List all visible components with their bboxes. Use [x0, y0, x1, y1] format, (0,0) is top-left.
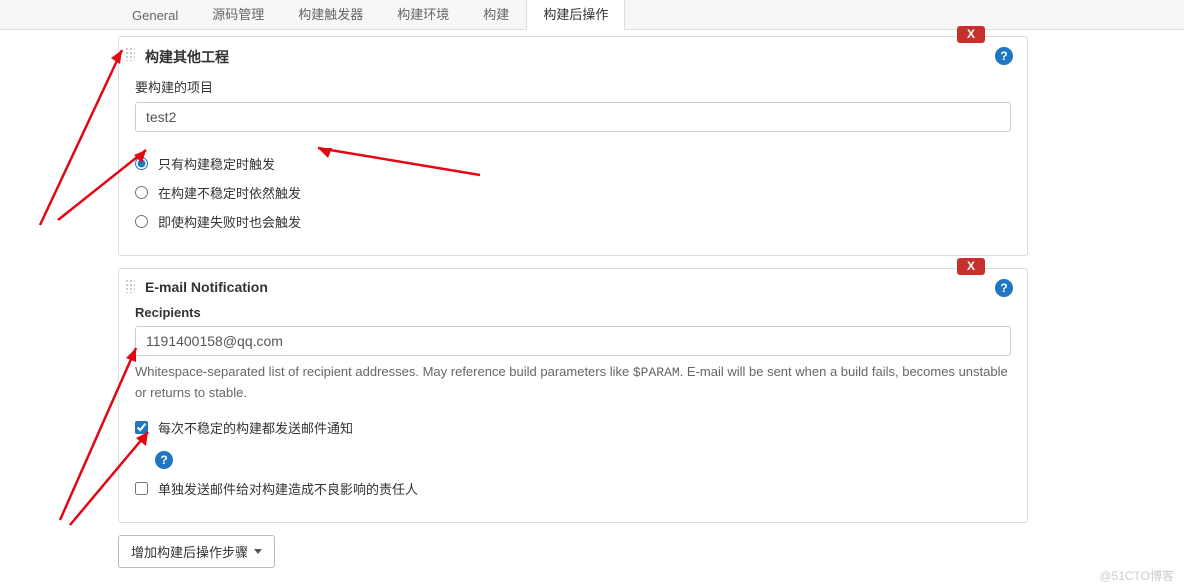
radio-unstable-label: 在构建不稳定时依然触发 — [158, 183, 301, 202]
recipients-hint: Whitespace-separated list of recipient a… — [135, 362, 1011, 402]
checkbox-individual-culprits[interactable]: 单独发送邮件给对构建造成不良影响的责任人 — [135, 479, 1011, 498]
tab-postbuild[interactable]: 构建后操作 — [526, 0, 625, 30]
tab-triggers[interactable]: 构建触发器 — [281, 0, 380, 29]
recipients-input[interactable] — [135, 326, 1011, 356]
projects-to-build-label: 要构建的项目 — [135, 77, 1011, 96]
help-icon[interactable]: ? — [995, 279, 1013, 297]
tab-general[interactable]: General — [115, 1, 195, 29]
radio-trigger-stable[interactable]: 只有构建稳定时触发 — [135, 154, 1011, 173]
checkbox-every-unstable[interactable]: 每次不稳定的构建都发送邮件通知 — [135, 418, 1011, 437]
section-title: E-mail Notification — [135, 279, 1011, 295]
config-tabs: General 源码管理 构建触发器 构建环境 构建 构建后操作 — [0, 0, 1184, 30]
delete-section-button[interactable]: X — [957, 258, 985, 275]
drag-handle-icon[interactable] — [125, 47, 135, 61]
radio-stable-input[interactable] — [135, 157, 148, 170]
caret-down-icon — [254, 549, 262, 554]
checkbox-every-unstable-input[interactable] — [135, 421, 148, 434]
radio-unstable-input[interactable] — [135, 186, 148, 199]
section-build-other-projects: X ? 构建其他工程 要构建的项目 只有构建稳定时触发 在构建不稳定时依然触发 … — [118, 36, 1028, 256]
tab-scm[interactable]: 源码管理 — [195, 0, 281, 29]
checkbox-individual-culprits-label: 单独发送邮件给对构建造成不良影响的责任人 — [158, 479, 418, 498]
help-icon[interactable]: ? — [155, 451, 173, 469]
tab-env[interactable]: 构建环境 — [380, 0, 466, 29]
add-postbuild-step-label: 增加构建后操作步骤 — [131, 542, 248, 561]
add-postbuild-step-button[interactable]: 增加构建后操作步骤 — [118, 535, 275, 568]
checkbox-every-unstable-label: 每次不稳定的构建都发送邮件通知 — [158, 418, 353, 437]
radio-trigger-unstable[interactable]: 在构建不稳定时依然触发 — [135, 183, 1011, 202]
radio-stable-label: 只有构建稳定时触发 — [158, 154, 275, 173]
delete-section-button[interactable]: X — [957, 26, 985, 43]
help-icon[interactable]: ? — [995, 47, 1013, 65]
watermark: @51CTO博客 — [1099, 567, 1174, 584]
radio-trigger-failed[interactable]: 即使构建失败时也会触发 — [135, 212, 1011, 231]
radio-failed-label: 即使构建失败时也会触发 — [158, 212, 301, 231]
checkbox-individual-culprits-input[interactable] — [135, 482, 148, 495]
section-email-notification: X ? E-mail Notification Recipients White… — [118, 268, 1028, 523]
tab-build[interactable]: 构建 — [466, 0, 526, 29]
recipients-label: Recipients — [135, 305, 1011, 320]
radio-failed-input[interactable] — [135, 215, 148, 228]
projects-to-build-input[interactable] — [135, 102, 1011, 132]
drag-handle-icon[interactable] — [125, 279, 135, 293]
section-title: 构建其他工程 — [135, 47, 1011, 67]
